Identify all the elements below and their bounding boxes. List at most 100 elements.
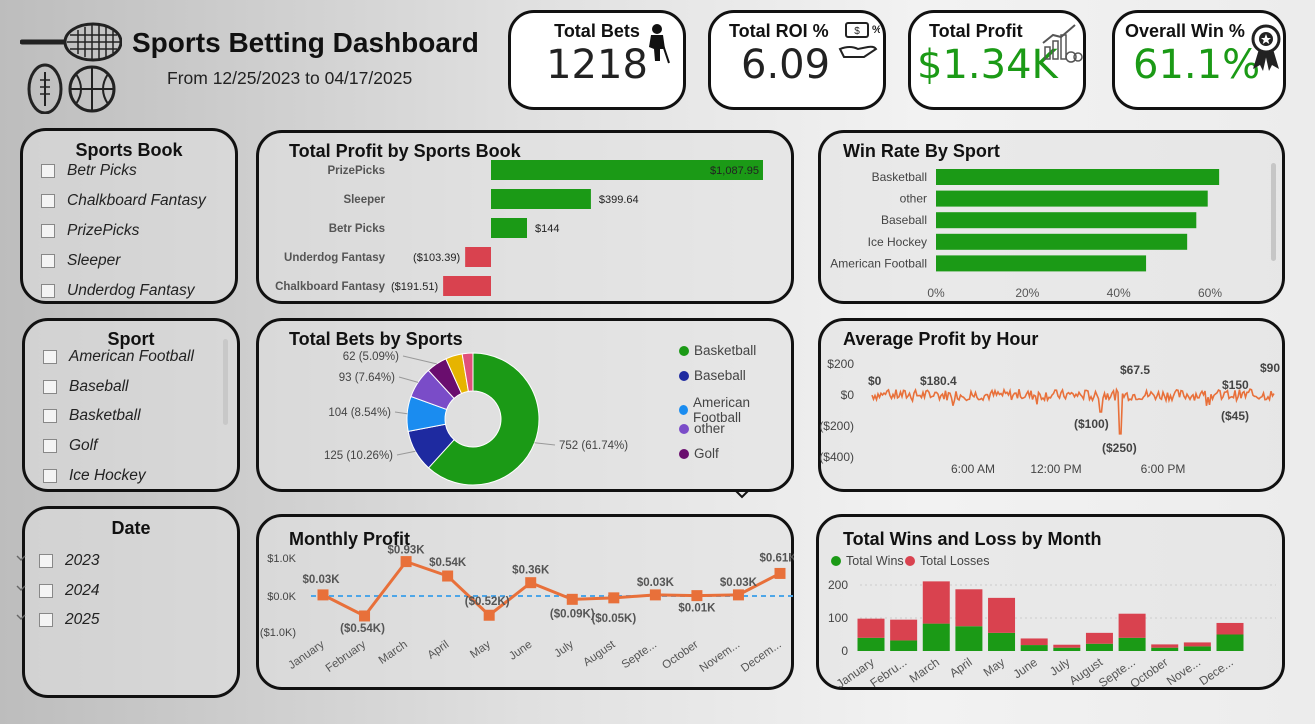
y-tick-label: $0 bbox=[841, 388, 855, 402]
x-tick-label: May bbox=[981, 655, 1008, 679]
bar-wins bbox=[1053, 647, 1081, 651]
data-label: $67.5 bbox=[1120, 363, 1150, 377]
bar bbox=[936, 212, 1197, 229]
slicer-option-ice-hockey[interactable]: Ice Hockey bbox=[43, 467, 146, 485]
checkbox[interactable] bbox=[41, 194, 55, 208]
option-label: 2024 bbox=[65, 582, 100, 599]
chevron-down-icon[interactable] bbox=[16, 555, 26, 561]
checkbox[interactable] bbox=[43, 469, 57, 483]
option-label: Baseball bbox=[69, 378, 129, 395]
option-label: 2025 bbox=[65, 611, 100, 628]
data-point bbox=[566, 593, 578, 605]
data-point bbox=[442, 570, 454, 582]
checkbox[interactable] bbox=[41, 284, 55, 298]
bar-wins bbox=[1085, 643, 1113, 651]
chevron-down-icon[interactable] bbox=[16, 614, 26, 620]
option-label: Chalkboard Fantasy bbox=[67, 192, 206, 209]
data-label: 752 (61.74%) bbox=[559, 440, 628, 452]
money-hand-icon: $ % bbox=[838, 22, 880, 58]
category-label: American Football bbox=[830, 256, 927, 270]
checkbox[interactable] bbox=[41, 224, 55, 238]
bar-losses bbox=[1183, 642, 1211, 647]
x-tick-label: March bbox=[377, 639, 410, 667]
y-tick-label: $0.0K bbox=[267, 591, 296, 603]
page-title: Sports Betting Dashboard bbox=[132, 27, 479, 58]
checkbox[interactable] bbox=[41, 164, 55, 178]
legend-golf[interactable]: Golf bbox=[679, 446, 719, 461]
option-label: American Football bbox=[69, 348, 194, 365]
x-tick-label: Febru... bbox=[867, 655, 909, 690]
date-slicer: Date 2023 2024 2025 bbox=[22, 506, 240, 698]
data-label: ($103.39) bbox=[413, 252, 460, 264]
x-tick-label: June bbox=[507, 639, 534, 663]
x-tick-label: January bbox=[834, 655, 877, 690]
monthly-profit-chart: $1.0K $0.0K ($1.0K) $0.03K January ($0.54K) Fe… bbox=[260, 545, 794, 675]
x-tick-label: July bbox=[552, 638, 576, 660]
bar-losses bbox=[988, 597, 1016, 633]
bar-losses bbox=[922, 581, 950, 624]
slicer-option-2024[interactable]: 2024 bbox=[39, 582, 99, 600]
data-label: $0.01K bbox=[678, 603, 716, 615]
x-tick-label: February bbox=[324, 638, 369, 674]
y-tick-label: $1.0K bbox=[267, 553, 296, 565]
checkbox[interactable] bbox=[43, 350, 57, 364]
checkbox[interactable] bbox=[43, 439, 57, 453]
x-tick-label: October bbox=[660, 639, 701, 672]
y-tick-label: 200 bbox=[828, 578, 848, 592]
checkbox[interactable] bbox=[39, 613, 53, 627]
legend-basketball[interactable]: Basketball bbox=[679, 343, 756, 358]
x-tick-label: Novem... bbox=[698, 639, 743, 675]
x-tick-label: Septe... bbox=[620, 639, 659, 672]
bar-wins bbox=[890, 640, 918, 651]
x-tick-label: Dece... bbox=[1197, 655, 1236, 688]
legend-label: other bbox=[694, 421, 725, 436]
legend-other[interactable]: other bbox=[679, 421, 725, 436]
data-label: $0.54K bbox=[429, 557, 467, 569]
x-tick-label: 12:00 PM bbox=[1030, 462, 1081, 476]
category-label: other bbox=[900, 192, 927, 206]
bar-wins bbox=[922, 623, 950, 651]
data-label: $90 bbox=[1260, 361, 1280, 375]
leader-line bbox=[396, 450, 416, 456]
slicer-option-golf[interactable]: Golf bbox=[43, 437, 97, 455]
chevron-down-icon[interactable] bbox=[16, 585, 26, 591]
slicer-title: Sport bbox=[107, 329, 155, 349]
data-label: $0.03K bbox=[720, 577, 758, 589]
hockey-player-icon bbox=[649, 24, 670, 64]
bar-wins bbox=[1183, 646, 1211, 651]
checkbox[interactable] bbox=[43, 380, 57, 394]
legend-label: Golf bbox=[694, 446, 719, 461]
data-point bbox=[483, 609, 495, 621]
slicer-option-betr-picks[interactable]: Betr Picks bbox=[41, 162, 137, 180]
slicer-title: Sports Book bbox=[75, 140, 183, 160]
legend-baseball[interactable]: Baseball bbox=[679, 368, 746, 383]
slicer-option-basketball[interactable]: Basketball bbox=[43, 407, 141, 425]
slicer-option-prizepicks[interactable]: PrizePicks bbox=[41, 222, 139, 240]
slicer-scrollbar[interactable] bbox=[223, 339, 228, 425]
slicer-option-2023[interactable]: 2023 bbox=[39, 552, 99, 570]
svg-text:$: $ bbox=[854, 26, 860, 37]
slicer-option-underdog[interactable]: Underdog Fantasy bbox=[41, 282, 195, 300]
slicer-option-sleeper[interactable]: Sleeper bbox=[41, 252, 120, 270]
y-tick-label: ($400) bbox=[819, 450, 854, 464]
checkbox[interactable] bbox=[41, 254, 55, 268]
slicer-option-chalkboard[interactable]: Chalkboard Fantasy bbox=[41, 192, 206, 210]
checkbox[interactable] bbox=[39, 584, 53, 598]
option-label: Underdog Fantasy bbox=[67, 282, 195, 299]
kpi-total-roi: Total ROI % 6.09 $ % bbox=[708, 10, 886, 110]
bar-losses bbox=[890, 619, 918, 641]
bar bbox=[443, 276, 491, 296]
profit-line bbox=[871, 387, 1275, 435]
slicer-option-baseball[interactable]: Baseball bbox=[43, 378, 128, 396]
x-tick-label: Decem... bbox=[739, 639, 784, 675]
legend-swatch bbox=[679, 370, 689, 381]
slicer-option-2025[interactable]: 2025 bbox=[39, 611, 99, 629]
slicer-option-american-football[interactable]: American Football bbox=[43, 348, 194, 366]
kpi-total-profit: Total Profit $1.34K bbox=[908, 10, 1086, 110]
bets-by-sport-chart: 752 (61.74%) 125 (10.26%) 104 (8.54%) 93 (7… bbox=[324, 351, 628, 486]
checkbox[interactable] bbox=[39, 554, 53, 568]
legend-swatch bbox=[679, 345, 689, 356]
checkbox[interactable] bbox=[43, 409, 57, 423]
data-label: $180.4 bbox=[920, 374, 957, 388]
chevron-down-icon[interactable] bbox=[734, 490, 750, 500]
